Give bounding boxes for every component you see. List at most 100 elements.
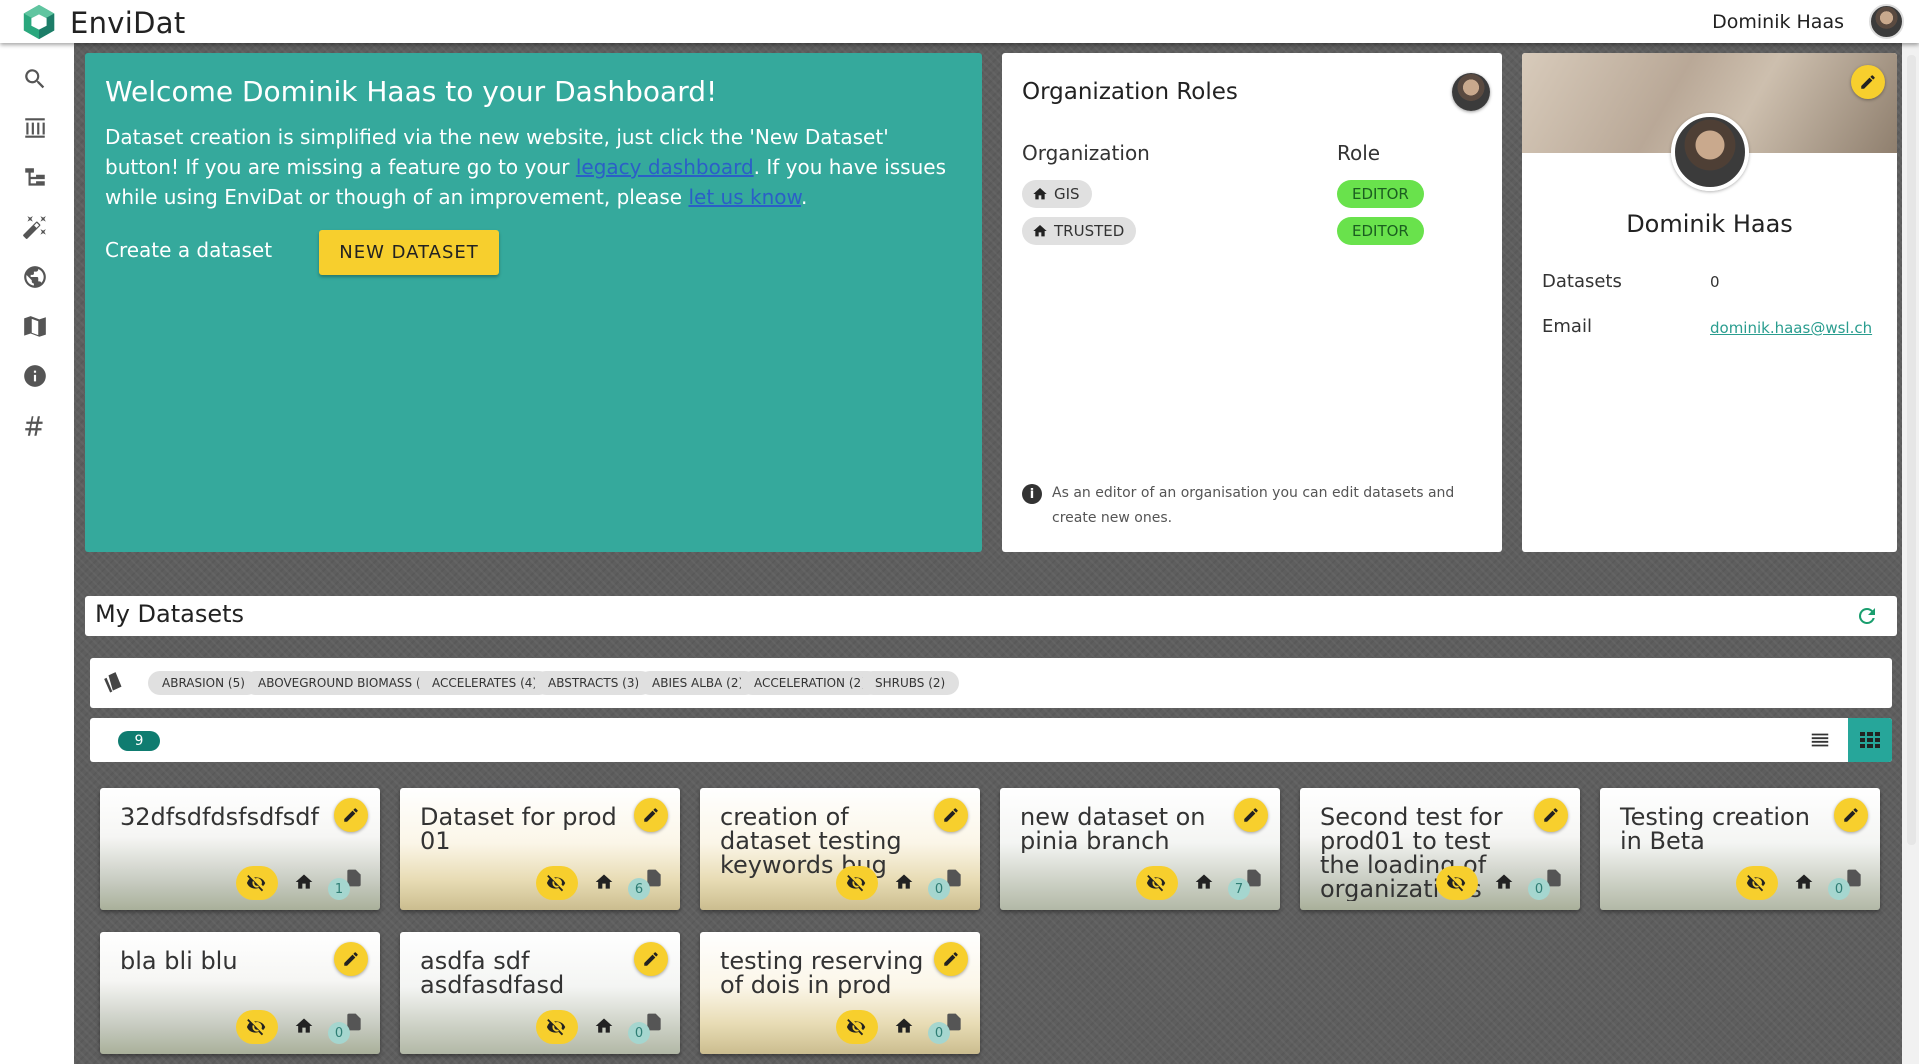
home-icon bbox=[594, 872, 614, 892]
edit-dataset-button[interactable] bbox=[1834, 798, 1868, 832]
visibility-button[interactable] bbox=[236, 1010, 278, 1044]
info-icon: i bbox=[1022, 484, 1042, 504]
home-icon bbox=[1494, 872, 1514, 892]
organizations-icon[interactable] bbox=[21, 164, 49, 192]
refresh-icon[interactable] bbox=[1855, 604, 1879, 628]
scrollbar-thumb[interactable] bbox=[1907, 55, 1916, 845]
edit-profile-button[interactable] bbox=[1851, 65, 1885, 99]
dataset-count-badge: 9 bbox=[118, 731, 160, 751]
org-chip-trusted[interactable]: TRUSTED bbox=[1022, 217, 1137, 245]
edit-dataset-button[interactable] bbox=[934, 798, 968, 832]
pencil-icon bbox=[344, 808, 358, 822]
visibility-button[interactable] bbox=[1736, 866, 1778, 900]
datasets-label: Datasets bbox=[1542, 271, 1622, 292]
pencil-icon bbox=[1544, 808, 1558, 822]
eye-off-icon bbox=[1746, 875, 1766, 892]
legacy-dashboard-link[interactable]: legacy dashboard bbox=[576, 155, 754, 179]
edit-dataset-button[interactable] bbox=[334, 798, 368, 832]
datasets-value: 0 bbox=[1710, 273, 1720, 291]
profile-name: Dominik Haas bbox=[1626, 210, 1793, 238]
card-actions: 7 bbox=[1000, 864, 1280, 900]
dataset-card-title: Dataset for prod 01 bbox=[420, 803, 617, 855]
visibility-button[interactable] bbox=[536, 1010, 578, 1044]
globe-icon[interactable] bbox=[21, 263, 49, 291]
dataset-card[interactable]: 32dfsdfdsfsdfsdf 1 bbox=[100, 788, 380, 910]
tag-chip[interactable]: ABSTRACTS (3) bbox=[534, 671, 654, 695]
tag-chip[interactable]: ACCELERATES (4) bbox=[418, 671, 552, 695]
dataset-card[interactable]: creation of dataset testing keywords bug… bbox=[700, 788, 980, 910]
tag-chip[interactable]: SHRUBS (2) bbox=[861, 671, 960, 695]
search-icon[interactable] bbox=[21, 65, 49, 93]
dataset-card[interactable]: Testing creation in Beta 0 bbox=[1600, 788, 1880, 910]
eye-off-icon bbox=[546, 1019, 566, 1036]
create-dataset-row: Create a dataset NEW DATASET bbox=[105, 230, 499, 275]
dataset-card[interactable]: Dataset for prod 01 6 bbox=[400, 788, 680, 910]
home-icon bbox=[1033, 188, 1047, 200]
file-count-badge: 6 bbox=[628, 878, 650, 900]
role-chip: EDITOR bbox=[1337, 180, 1424, 208]
pencil-icon bbox=[1244, 808, 1258, 822]
visibility-button[interactable] bbox=[836, 866, 878, 900]
dataset-card-title: asdfa sdf asdfasdfasd bbox=[420, 947, 565, 999]
org-chip-label: TRUSTED bbox=[1054, 222, 1125, 240]
eye-off-icon bbox=[246, 875, 266, 892]
home-icon bbox=[294, 872, 314, 892]
grid-view-icon bbox=[1860, 732, 1880, 748]
user-name[interactable]: Dominik Haas bbox=[1712, 11, 1844, 33]
visibility-button[interactable] bbox=[1136, 866, 1178, 900]
dataset-card[interactable]: Second test for prod01 to test the loadi… bbox=[1300, 788, 1580, 910]
home-icon bbox=[594, 1016, 614, 1036]
dataset-card-title: testing reserving of dois in prod bbox=[720, 947, 924, 999]
org-chip-label: GIS bbox=[1054, 185, 1080, 203]
eye-off-icon bbox=[546, 875, 566, 892]
tag-chip[interactable]: ACCELERATION (2) bbox=[740, 671, 880, 695]
welcome-title: Welcome Dominik Haas to your Dashboard! bbox=[105, 75, 718, 108]
guidelines-icon[interactable] bbox=[21, 313, 49, 341]
grid-view-button[interactable] bbox=[1848, 718, 1892, 762]
edit-dataset-button[interactable] bbox=[934, 942, 968, 976]
browse-icon[interactable] bbox=[21, 114, 49, 142]
pencil-icon bbox=[944, 808, 958, 822]
dataset-card[interactable]: new dataset on pinia branch 7 bbox=[1000, 788, 1280, 910]
hashtag-icon[interactable] bbox=[21, 412, 49, 440]
visibility-button[interactable] bbox=[836, 1010, 878, 1044]
visibility-button[interactable] bbox=[536, 866, 578, 900]
envidat-logo-icon[interactable] bbox=[20, 3, 58, 41]
pencil-icon bbox=[1861, 75, 1875, 89]
about-icon[interactable] bbox=[21, 362, 49, 390]
pencil-icon bbox=[1844, 808, 1858, 822]
card-actions: 1 bbox=[100, 864, 380, 900]
tags-icon bbox=[104, 672, 122, 693]
card-actions: 0 bbox=[700, 1008, 980, 1044]
edit-dataset-button[interactable] bbox=[634, 798, 668, 832]
visibility-button[interactable] bbox=[236, 866, 278, 900]
tag-chip[interactable]: ABRASION (5) bbox=[148, 671, 259, 695]
edit-dataset-button[interactable] bbox=[634, 942, 668, 976]
home-icon bbox=[894, 872, 914, 892]
org-chip-gis[interactable]: GIS bbox=[1022, 180, 1092, 208]
edit-dataset-button[interactable] bbox=[334, 942, 368, 976]
eye-off-icon bbox=[1146, 875, 1166, 892]
dataset-card[interactable]: testing reserving of dois in prod 0 bbox=[700, 932, 980, 1054]
eye-off-icon bbox=[246, 1019, 266, 1036]
editor-note-text: As an editor of an organisation you can … bbox=[1052, 485, 1455, 526]
dataset-count-bar: 9 bbox=[90, 718, 1892, 762]
tools-icon[interactable] bbox=[21, 213, 49, 241]
edit-dataset-button[interactable] bbox=[1534, 798, 1568, 832]
app-title[interactable]: EnviDat bbox=[70, 6, 186, 40]
my-datasets-header: My Datasets bbox=[85, 596, 1897, 636]
edit-dataset-button[interactable] bbox=[1234, 798, 1268, 832]
list-view-icon[interactable] bbox=[1808, 729, 1832, 751]
visibility-button[interactable] bbox=[1436, 866, 1478, 900]
home-icon bbox=[1033, 225, 1047, 237]
card-actions: 0 bbox=[100, 1008, 380, 1044]
tag-chip[interactable]: ABOVEGROUND BIOMASS (4) bbox=[244, 671, 447, 695]
dataset-card[interactable]: asdfa sdf asdfasdfasd 0 bbox=[400, 932, 680, 1054]
let-us-know-link[interactable]: let us know bbox=[688, 185, 801, 209]
new-dataset-button[interactable]: NEW DATASET bbox=[319, 230, 499, 275]
user-avatar[interactable] bbox=[1869, 4, 1904, 39]
dataset-card[interactable]: bla bli blu 0 bbox=[100, 932, 380, 1054]
email-link[interactable]: dominik.haas@wsl.ch bbox=[1710, 319, 1872, 337]
pencil-icon bbox=[644, 952, 658, 966]
org-avatar[interactable] bbox=[1452, 73, 1490, 111]
